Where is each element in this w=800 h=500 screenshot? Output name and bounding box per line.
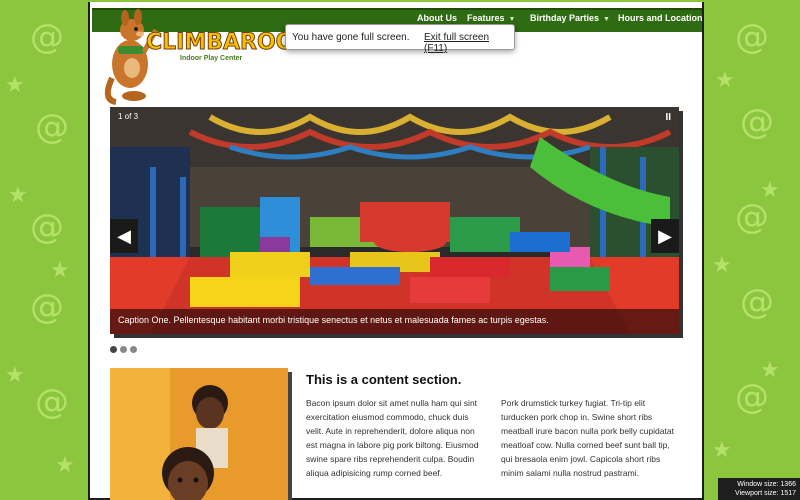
- star-icon: ★: [5, 363, 25, 388]
- swirl-icon: @: [735, 197, 769, 237]
- right-arrow-icon: ▶: [658, 226, 672, 246]
- window-size-badge: Window size: 1366 Viewport size: 1517: [718, 478, 800, 500]
- viewport-size-text: Viewport size: 1517: [735, 490, 796, 497]
- swirl-icon: @: [740, 102, 774, 142]
- caret-down-icon: ▼: [603, 16, 610, 23]
- logo-wordmark: CLIMBAROO: [145, 30, 295, 56]
- content-column-2: Pork drumstick turkey fugiat. Tri-tip el…: [501, 398, 674, 478]
- content-column-1: Bacon ipsum dolor sit amet nulla ham qui…: [306, 398, 479, 478]
- slide-image: [110, 107, 679, 334]
- swirl-icon: @: [735, 17, 769, 57]
- swirl-icon: @: [35, 382, 69, 422]
- exit-fullscreen-link[interactable]: Exit full screen (F11): [424, 32, 514, 54]
- swirl-icon: @: [30, 287, 64, 327]
- star-icon: ★: [712, 438, 732, 463]
- nav-label: Features: [467, 13, 505, 23]
- star-icon: ★: [8, 183, 28, 208]
- swirl-icon: @: [740, 282, 774, 322]
- slide-next-button[interactable]: ▶: [651, 219, 679, 253]
- slider-pagination: [110, 340, 140, 353]
- content-heading: This is a content section.: [306, 372, 462, 387]
- nav-label: About Us: [417, 13, 457, 23]
- star-icon: ★: [50, 258, 70, 283]
- pause-icon[interactable]: II: [665, 112, 671, 123]
- slide-dot[interactable]: [130, 346, 137, 353]
- swirl-icon: @: [30, 207, 64, 247]
- slide-dot[interactable]: [110, 346, 117, 353]
- slide-caption: Caption One. Pellentesque habitant morbi…: [110, 309, 679, 334]
- slide-prev-button[interactable]: ◀: [110, 219, 138, 253]
- star-icon: ★: [55, 453, 75, 478]
- swirl-icon: @: [30, 17, 64, 57]
- site-logo[interactable]: CLIMBAROO Indoor Play Center: [98, 8, 298, 108]
- swirl-icon: @: [35, 107, 69, 147]
- left-arrow-icon: ◀: [117, 226, 131, 246]
- nav-label: Birthday Parties: [530, 13, 600, 23]
- logo-tagline: Indoor Play Center: [180, 55, 243, 62]
- nav-label: Hours and Location: [618, 13, 703, 23]
- slide-counter: 1 of 3: [118, 112, 139, 121]
- nav-hours-location[interactable]: Hours and Location: [618, 13, 703, 23]
- nav-birthday-parties[interactable]: Birthday Parties ▼: [530, 13, 610, 23]
- nav-features[interactable]: Features ▼: [467, 13, 515, 23]
- fullscreen-message: You have gone full screen.: [292, 32, 410, 43]
- window-size-text: Window size: 1366: [737, 481, 796, 488]
- fullscreen-notice: You have gone full screen. Exit full scr…: [285, 24, 515, 54]
- nav-about-us[interactable]: About Us: [417, 13, 457, 23]
- star-icon: ★: [715, 68, 735, 93]
- children-photo: [110, 368, 288, 500]
- content-photo: [110, 368, 288, 500]
- star-icon: ★: [712, 253, 732, 278]
- star-icon: ★: [5, 73, 25, 98]
- image-slider: 1 of 3 II ◀ ▶ Caption One. Pellentesque …: [110, 107, 679, 334]
- swirl-icon: @: [735, 377, 769, 417]
- slide-dot[interactable]: [120, 346, 127, 353]
- caret-down-icon: ▼: [508, 16, 516, 23]
